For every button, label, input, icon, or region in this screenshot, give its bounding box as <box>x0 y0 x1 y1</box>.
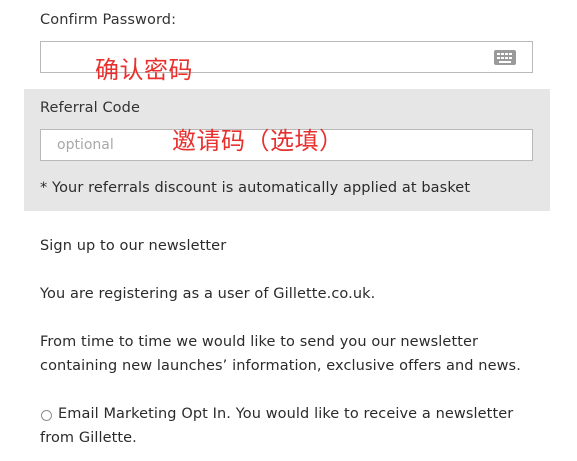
newsletter-info-line-1: From time to time we would like to send … <box>40 334 479 350</box>
newsletter-heading: Sign up to our newsletter <box>40 238 227 254</box>
confirm-password-annotation: 确认密码 <box>95 56 193 84</box>
keyboard-icon[interactable] <box>494 50 516 65</box>
referral-code-annotation: 邀请码（选填） <box>172 127 344 155</box>
email-opt-in-radio[interactable] <box>41 410 52 421</box>
registering-text: You are registering as a user of Gillett… <box>40 286 376 302</box>
referral-note: * Your referrals discount is automatical… <box>40 180 471 196</box>
email-opt-in-line-2[interactable]: from Gillette. <box>40 426 137 450</box>
confirm-password-label: Confirm Password: <box>40 12 177 28</box>
newsletter-info-line-2: containing new launches’ information, ex… <box>40 358 521 374</box>
registration-form: Confirm Password: 确认密码 Referral Code 邀请码… <box>0 0 577 461</box>
referral-code-label: Referral Code <box>40 100 140 116</box>
email-opt-in-line-1[interactable]: Email Marketing Opt In. You would like t… <box>58 402 513 426</box>
